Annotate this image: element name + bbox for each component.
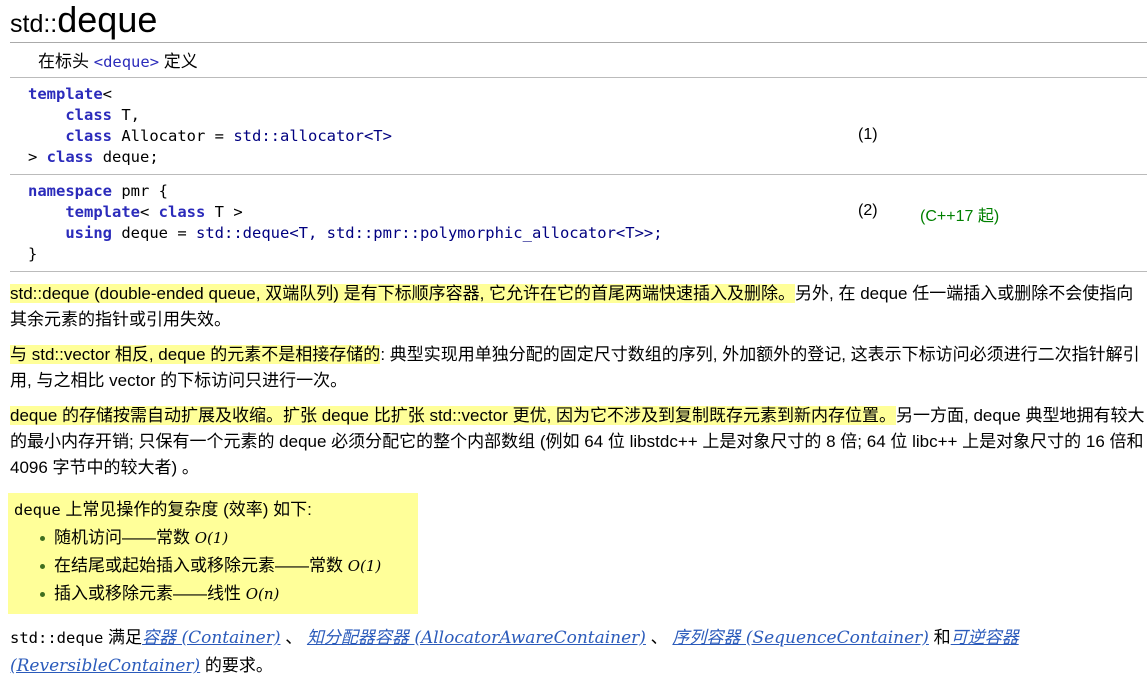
complexity-box: deque 上常见操作的复杂度 (效率) 如下: 随机访问——常数 O(1) 在… [8, 493, 418, 614]
requirements-sep-1: 、 [280, 628, 307, 647]
paragraph-3-highlight: deque 的存储按需自动扩展及收缩。扩张 deque 比扩张 std::vec… [10, 406, 897, 425]
requirements-lead-mono: std::deque [10, 629, 104, 647]
link-sequence-container[interactable]: 序列容器 (SequenceContainer) [672, 628, 929, 648]
declaration-table: 在标头 <deque> 定义 template< class T, class … [10, 43, 1147, 272]
complexity-intro-rest: 上常见操作的复杂度 (效率) 如下: [60, 500, 312, 519]
list-item: 随机访问——常数 O(1) [40, 524, 408, 552]
requirements-tail: 的要求。 [200, 656, 273, 675]
paragraph-1: std::deque (double-ended queue, 双端队列) 是有… [10, 281, 1145, 333]
declaration-since-2: (C++17 起) [920, 208, 1000, 225]
complexity-list: 随机访问——常数 O(1) 在结尾或起始插入或移除元素——常数 O(1) 插入或… [14, 524, 408, 608]
requirements-lead-text: 满足 [103, 628, 143, 647]
description-section: std::deque (double-ended queue, 双端队列) 是有… [10, 281, 1145, 481]
page-title: std::deque [0, 0, 1147, 42]
paragraph-2-highlight: 与 std::vector 相反, deque 的元素不是相接存储的 [10, 345, 381, 364]
declaration-number-1: (1) [858, 126, 878, 143]
paragraph-1-highlight: std::deque (double-ended queue, 双端队列) 是有… [10, 284, 796, 303]
header-prefix: 在标头 [38, 52, 94, 71]
complexity-item-bigo-3: O(n) [245, 585, 280, 603]
complexity-intro-mono: deque [14, 501, 61, 519]
declaration-since-1 [920, 84, 1147, 105]
complexity-intro: deque 上常见操作的复杂度 (效率) 如下: [14, 497, 408, 523]
list-item: 在结尾或起始插入或移除元素——常数 O(1) [40, 552, 408, 580]
declaration-row-2: namespace pmr { template< class T > usin… [10, 175, 1147, 272]
page-title-namespace: std:: [10, 10, 58, 38]
requirements-sep-2: 、 [645, 628, 673, 647]
list-item: 插入或移除元素——线性 O(n) [40, 580, 408, 608]
header-include-line: 在标头 <deque> 定义 [10, 43, 1147, 78]
requirements-sep-3: 和 [928, 628, 951, 647]
requirements-paragraph: std::deque 满足容器 (Container) 、 知分配器容器 (Al… [10, 624, 1145, 680]
header-include-name[interactable]: <deque> [94, 53, 159, 71]
declaration-code-1: template< class T, class Allocator = std… [28, 85, 392, 166]
header-suffix: 定义 [159, 52, 198, 71]
declaration-row-1: template< class T, class Allocator = std… [10, 78, 1147, 175]
paragraph-3: deque 的存储按需自动扩展及收缩。扩张 deque 比扩张 std::vec… [10, 403, 1145, 481]
link-container[interactable]: 容器 (Container) [142, 628, 280, 648]
complexity-item-text-3: 插入或移除元素——线性 [54, 584, 246, 603]
declaration-number-2: (2) [858, 202, 878, 219]
page-title-name: deque [57, 0, 158, 40]
complexity-item-bigo-1: O(1) [194, 529, 229, 547]
declaration-code-2: namespace pmr { template< class T > usin… [28, 182, 663, 263]
paragraph-2: 与 std::vector 相反, deque 的元素不是相接存储的: 典型实现… [10, 342, 1145, 394]
link-allocator-aware-container[interactable]: 知分配器容器 (AllocatorAwareContainer) [307, 628, 646, 648]
complexity-item-bigo-2: O(1) [347, 557, 382, 575]
complexity-item-text-2: 在结尾或起始插入或移除元素——常数 [54, 556, 348, 575]
complexity-item-text-1: 随机访问——常数 [54, 528, 195, 547]
